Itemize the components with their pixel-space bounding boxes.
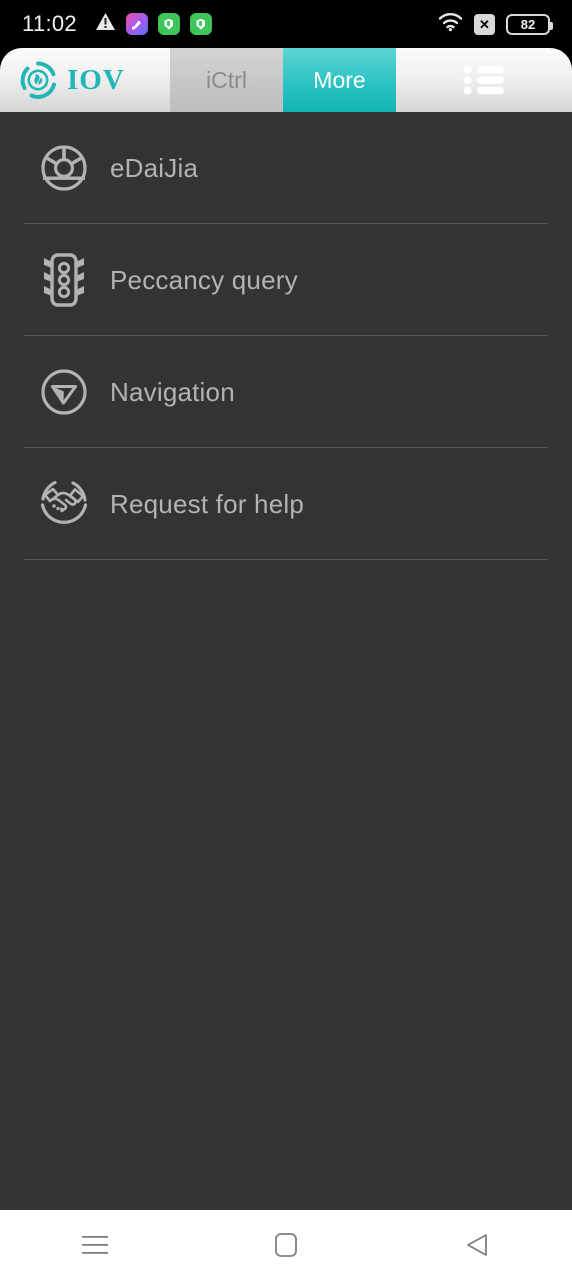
list-item-label: Navigation xyxy=(110,376,235,407)
list-menu-icon xyxy=(463,65,505,95)
steering-wheel-icon xyxy=(36,140,92,196)
app-badge-shield-green-2-icon xyxy=(189,13,212,35)
android-navigation-bar xyxy=(0,1210,572,1280)
list-item-peccancy-query[interactable]: Peccancy query xyxy=(0,224,572,336)
list-item-edaijia[interactable]: eDaiJia xyxy=(0,112,572,224)
list-item-navigation[interactable]: Navigation xyxy=(0,336,572,448)
list-item-request-for-help[interactable]: Request for help xyxy=(0,448,572,560)
status-left-icons xyxy=(95,12,212,36)
list-menu-button[interactable] xyxy=(396,48,572,112)
hamburger-icon xyxy=(82,1235,109,1255)
back-button[interactable] xyxy=(381,1233,572,1257)
battery-icon: 82 xyxy=(506,13,553,35)
navigation-arrow-icon xyxy=(36,364,92,420)
tab-ictrl-label: iCtrl xyxy=(206,66,247,93)
iov-swirl-logo-icon xyxy=(18,60,58,100)
recents-button[interactable] xyxy=(0,1235,191,1255)
list-item-label: Request for help xyxy=(110,488,304,519)
list-item-label: Peccancy query xyxy=(110,264,298,295)
brand-name: IOV xyxy=(67,63,125,96)
tab-ictrl[interactable]: iCtrl xyxy=(170,48,283,112)
square-icon xyxy=(275,1233,297,1257)
list-item-label: eDaiJia xyxy=(110,152,199,183)
home-button[interactable] xyxy=(191,1233,382,1257)
app-badge-gradient-icon xyxy=(125,13,148,35)
status-right-icons: ✕ 82 xyxy=(438,12,553,37)
no-sim-x-icon: ✕ xyxy=(474,13,495,35)
app-header: IOV iCtrl More xyxy=(0,48,572,112)
status-time: 11:02 xyxy=(22,11,77,36)
more-menu-list: eDaiJia Peccancy query Navigation Reques… xyxy=(0,112,572,1210)
traffic-light-icon xyxy=(36,252,92,308)
list-divider xyxy=(24,559,548,560)
triangle-left-icon xyxy=(466,1233,488,1257)
wifi-icon xyxy=(438,12,463,37)
handshake-icon xyxy=(36,476,92,532)
status-bar: 11:02 ✕ 82 xyxy=(0,0,572,48)
tab-more-label: More xyxy=(313,66,366,93)
warning-triangle-icon xyxy=(95,12,116,36)
brand-logo: IOV xyxy=(0,48,170,112)
tab-more[interactable]: More xyxy=(283,48,396,112)
app-badge-shield-green-icon xyxy=(157,13,180,35)
battery-level: 82 xyxy=(520,16,536,32)
phone-screen: 11:02 ✕ 82 IOV iCtrl More eDaiJia Peccan… xyxy=(0,0,572,1280)
